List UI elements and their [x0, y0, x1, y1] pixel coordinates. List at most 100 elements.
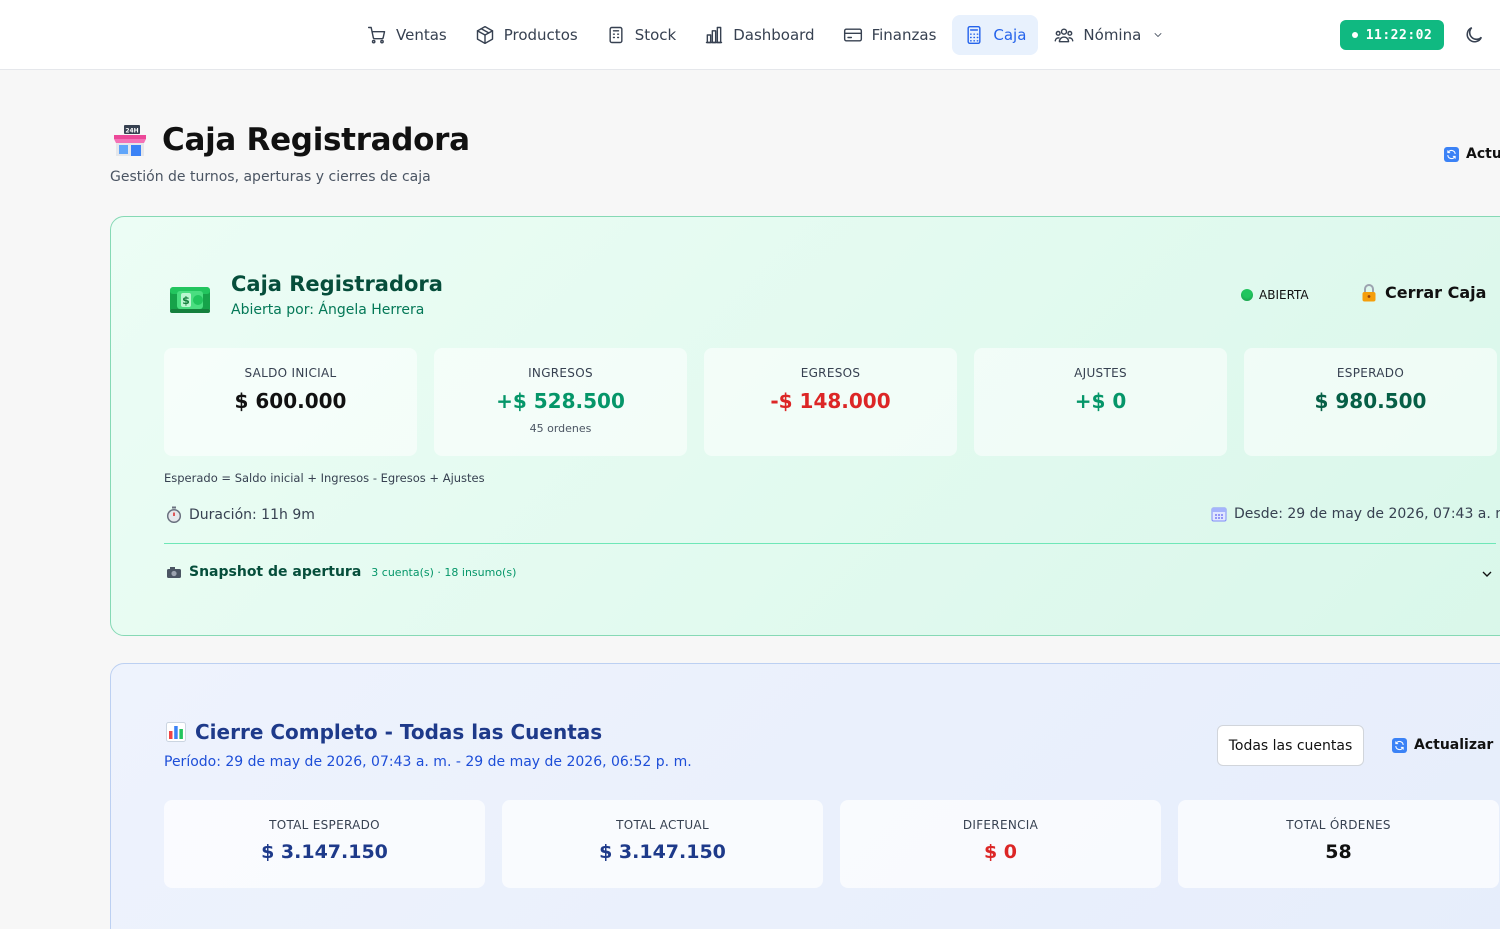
top-navbar: Ventas Productos Stock Dashboard Finanza…	[0, 0, 1500, 70]
stat-label: AJUSTES	[1074, 366, 1127, 380]
stat-label: EGRESOS	[800, 366, 861, 380]
snapshot-title: Snapshot de apertura	[189, 564, 362, 580]
stat-total-actual: TOTAL ACTUAL $ 3.147.150	[502, 800, 823, 888]
cart-icon	[367, 26, 386, 44]
all-accounts-select[interactable]: Todas las cuentas	[1217, 725, 1364, 766]
page-title: Caja Registradora	[162, 122, 470, 158]
bar-chart-emoji-icon	[166, 722, 186, 742]
stat-diferencia: DIFERENCIA $ 0	[840, 800, 1161, 888]
stat-total-esperado: TOTAL ESPERADO $ 3.147.150	[164, 800, 485, 888]
closing-card: Cierre Completo - Todas las Cuentas Perí…	[110, 663, 1500, 929]
closing-period: Período: 29 de may de 2026, 07:43 a. m. …	[164, 754, 692, 770]
stat-label: DIFERENCIA	[962, 818, 1039, 832]
stat-total-ordenes: TOTAL ÓRDENES 58	[1178, 800, 1499, 888]
nav-label: Stock	[634, 26, 677, 44]
stat-value: +$ 528.500	[496, 389, 625, 413]
refresh-label: Actu	[1466, 146, 1500, 162]
stat-ingresos: INGRESOS +$ 528.500 45 ordenes	[434, 348, 687, 456]
register-title: Caja Registradora	[231, 272, 443, 296]
stat-label: SALDO INICIAL	[244, 366, 337, 380]
stat-value: $ 0	[983, 841, 1018, 863]
nav-item-dashboard[interactable]: Dashboard	[692, 15, 826, 55]
register-opened-by: Abierta por: Ángela Herrera	[231, 302, 425, 318]
stat-label: TOTAL ÓRDENES	[1286, 818, 1391, 832]
stat-label: TOTAL ACTUAL	[616, 818, 709, 832]
since-text: Desde: 29 de may de 2026, 07:43 a. m.	[1234, 506, 1500, 522]
refresh-icon	[1444, 146, 1459, 162]
svg-text:24H: 24H	[125, 128, 138, 135]
stopwatch-icon	[166, 506, 182, 523]
close-register-label: Cerrar Caja	[1385, 283, 1487, 302]
store-icon: 24H	[110, 123, 150, 157]
stat-value: -$ 148.000	[770, 389, 891, 413]
closing-refresh-button[interactable]: Actualizar	[1392, 737, 1493, 753]
moon-icon	[1466, 26, 1483, 43]
box-icon	[476, 25, 493, 45]
nav-item-stock[interactable]: Stock	[594, 15, 689, 55]
nav-item-caja[interactable]: Caja	[952, 15, 1039, 55]
lock-icon	[1362, 283, 1376, 301]
nav-item-finanzas[interactable]: Finanzas	[831, 15, 949, 55]
stat-value: $ 3.147.150	[599, 841, 726, 863]
register-card: $ Caja Registradora Abierta por: Ángela …	[110, 216, 1500, 636]
stat-esperado: ESPERADO $ 980.500	[1244, 348, 1497, 456]
nav-label: Productos	[503, 26, 578, 44]
shift-duration: Duración: 11h 9m	[166, 506, 315, 523]
nav-label: Dashboard	[733, 26, 815, 44]
nav-item-ventas[interactable]: Ventas	[355, 15, 459, 55]
shift-since: Desde: 29 de may de 2026, 07:43 a. m.	[1211, 506, 1500, 522]
stat-value: 58	[1325, 841, 1352, 863]
clipboard-icon	[609, 26, 623, 44]
calculator-icon	[967, 25, 981, 45]
nav-label: Finanzas	[871, 26, 937, 44]
page-header: 24H Caja Registradora	[110, 122, 470, 158]
nav-label: Caja	[993, 26, 1027, 44]
stat-label: ESPERADO	[1336, 366, 1405, 380]
nav-item-productos[interactable]: Productos	[463, 15, 590, 55]
stat-label: INGRESOS	[528, 366, 593, 380]
chevron-down-icon[interactable]	[1479, 566, 1495, 582]
money-icon: $	[169, 283, 211, 317]
stat-note: 45 ordenes	[529, 422, 592, 435]
bar-chart-icon	[705, 26, 723, 44]
nav-label: Ventas	[396, 26, 447, 44]
stat-egresos: EGRESOS -$ 148.000	[704, 348, 957, 456]
live-dot-icon	[1351, 32, 1358, 38]
snapshot-toggle[interactable]: Snapshot de apertura 3 cuenta(s) · 18 in…	[166, 564, 516, 580]
stat-label: TOTAL ESPERADO	[269, 818, 380, 832]
stat-value: $ 600.000	[234, 389, 347, 413]
main-nav: Ventas Productos Stock Dashboard Finanza…	[355, 15, 1176, 55]
camera-icon	[167, 566, 181, 578]
status-label: ABIERTA	[1259, 288, 1309, 302]
register-stats: SALDO INICIAL $ 600.000 INGRESOS +$ 528.…	[164, 348, 1497, 456]
stat-value: $ 980.500	[1314, 389, 1427, 413]
duration-text: Duración: 11h 9m	[189, 506, 315, 523]
stat-value: +$ 0	[1074, 389, 1127, 413]
status-badge: ABIERTA	[1241, 288, 1309, 302]
closing-header: Cierre Completo - Todas las Cuentas	[166, 720, 602, 744]
calendar-icon	[1211, 507, 1227, 522]
chevron-down-icon	[1154, 33, 1162, 37]
closing-stats: TOTAL ESPERADO $ 3.147.150 TOTAL ACTUAL …	[164, 800, 1499, 888]
stat-saldo-inicial: SALDO INICIAL $ 600.000	[164, 348, 417, 456]
refresh-button[interactable]: Actu	[1444, 146, 1500, 162]
close-register-button[interactable]: Cerrar Caja	[1361, 283, 1486, 302]
users-icon	[1054, 28, 1074, 43]
svg-text:$: $	[182, 294, 190, 307]
live-clock: 11:22:02	[1340, 20, 1444, 50]
refresh-label: Actualizar	[1414, 737, 1494, 753]
nav-item-nomina[interactable]: Nómina	[1042, 15, 1176, 55]
dark-mode-toggle[interactable]	[1463, 24, 1485, 46]
stat-value: $ 3.147.150	[261, 841, 388, 863]
page-subtitle: Gestión de turnos, aperturas y cierres d…	[110, 169, 431, 185]
closing-title: Cierre Completo - Todas las Cuentas	[195, 720, 603, 744]
stat-ajustes: AJUSTES +$ 0	[974, 348, 1227, 456]
refresh-icon	[1392, 737, 1407, 753]
credit-card-icon	[843, 28, 862, 42]
expected-formula: Esperado = Saldo inicial + Ingresos - Eg…	[164, 471, 485, 485]
nav-label: Nómina	[1083, 26, 1142, 44]
snapshot-meta: 3 cuenta(s) · 18 insumo(s)	[371, 565, 517, 579]
status-dot-icon	[1241, 289, 1253, 301]
clock-time: 11:22:02	[1365, 27, 1433, 43]
divider	[164, 543, 1496, 544]
